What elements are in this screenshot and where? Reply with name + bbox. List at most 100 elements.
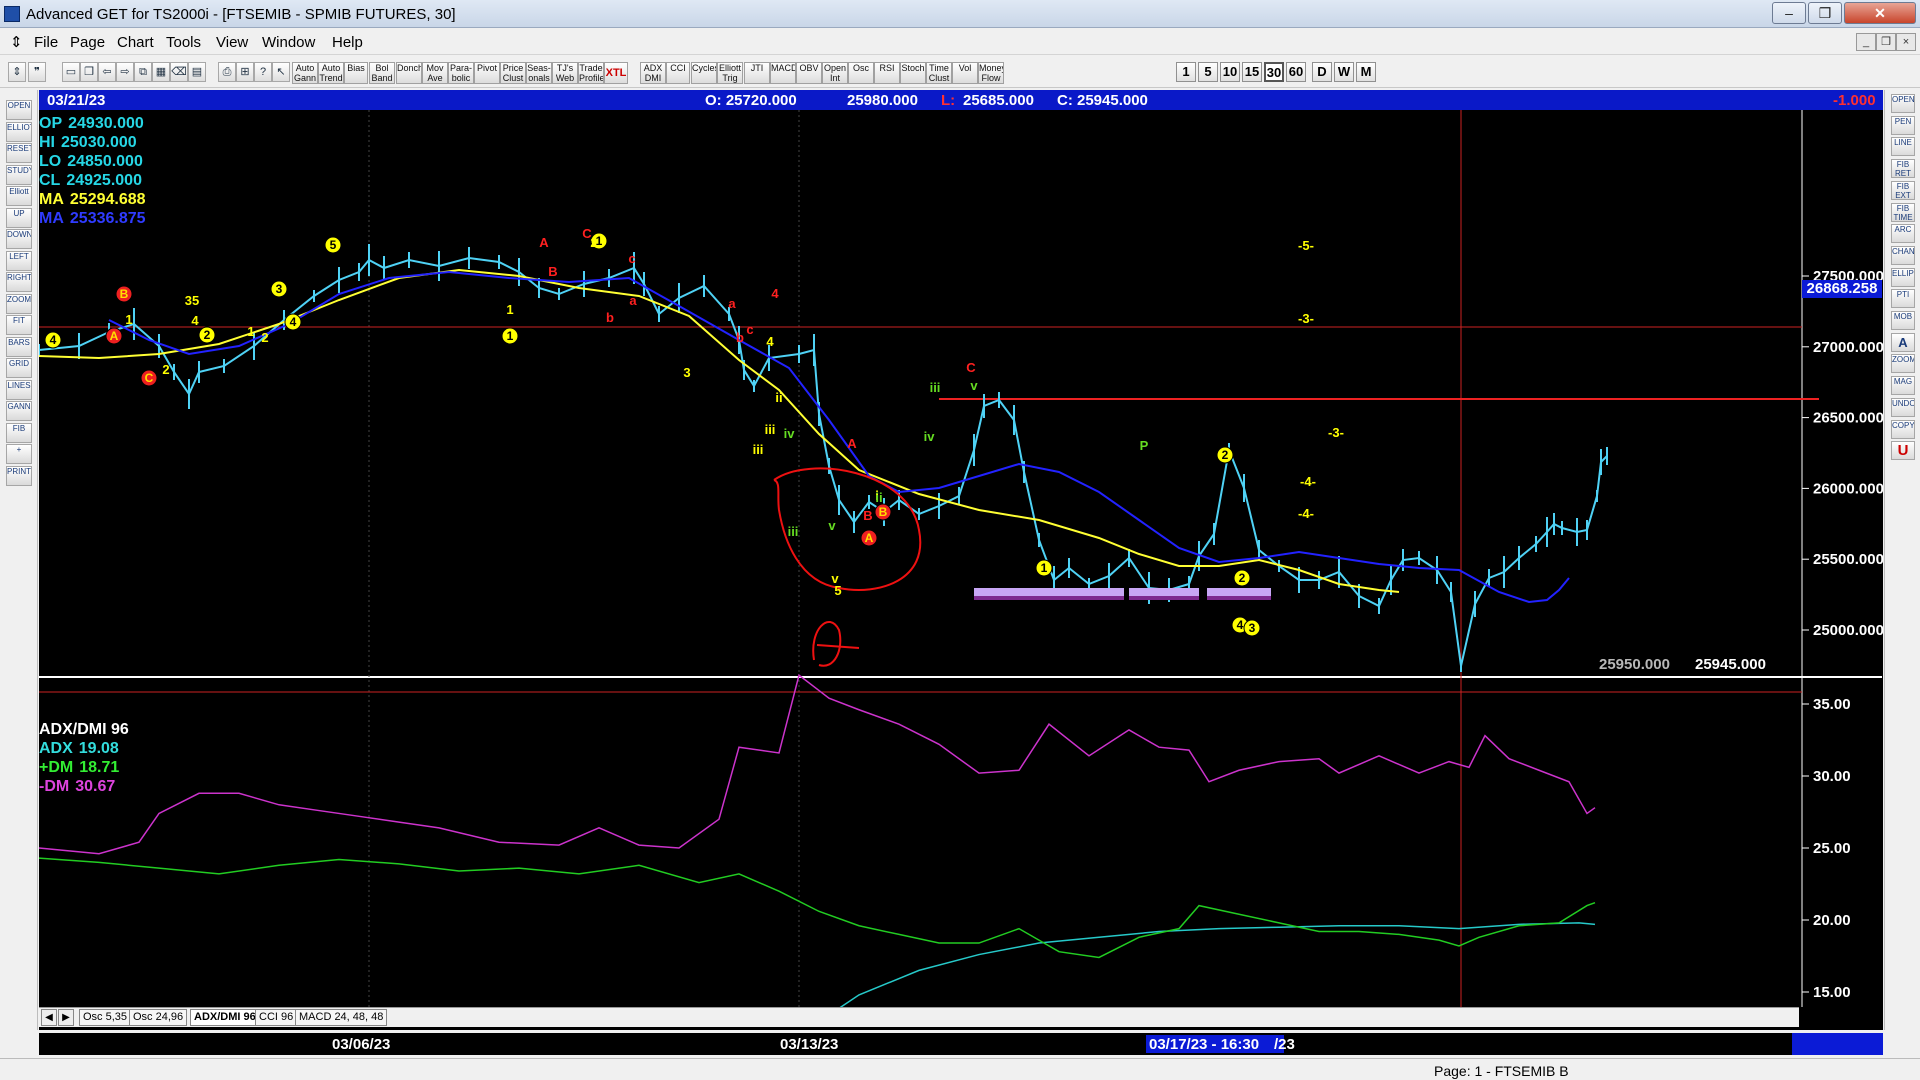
quote-icon[interactable]: ❞ xyxy=(28,62,46,82)
study-time-clust-button[interactable]: Time Clust xyxy=(926,62,952,84)
timeframe-30[interactable]: 30 xyxy=(1264,62,1284,82)
left-tool-elliott-1-icon[interactable]: ELLIOTT xyxy=(6,121,32,142)
close-button[interactable]: ✕ xyxy=(1844,2,1916,24)
study-money-flow-button[interactable]: Money Flow xyxy=(978,62,1004,84)
left-tool-fit-10-icon[interactable]: FIT xyxy=(6,315,32,335)
study-tj-s-web-button[interactable]: TJ's Web xyxy=(552,62,578,84)
tab-macd-24-48-48[interactable]: MACD 24, 48, 48 xyxy=(295,1009,388,1026)
timeframe-10[interactable]: 10 xyxy=(1220,62,1240,82)
timeframe-daily[interactable]: D xyxy=(1312,62,1332,82)
study-bol-band-button[interactable]: Bol Band xyxy=(369,62,395,84)
study-open-int-button[interactable]: Open Int xyxy=(822,62,848,84)
menu-chart[interactable]: Chart xyxy=(117,34,154,51)
right-tool-fib-ext-4-icon[interactable]: FIB EXT xyxy=(1891,180,1915,200)
left-tool-elliott-4-icon[interactable]: Elliott xyxy=(6,186,32,206)
left-tool-print-17-icon[interactable]: PRINT xyxy=(6,465,32,486)
study-xtl-button[interactable]: XTL xyxy=(604,62,628,84)
erase-icon[interactable]: ⌫ xyxy=(170,62,188,82)
right-tool-pti-9-icon[interactable]: PTI xyxy=(1891,289,1915,309)
left-tool-right-8-icon[interactable]: RIGHT xyxy=(6,272,32,292)
mdi-restore-button[interactable]: ❒ xyxy=(1876,33,1896,51)
left-tool-zoom-9-icon[interactable]: ZOOM xyxy=(6,293,32,314)
timeframe-15[interactable]: 15 xyxy=(1242,62,1262,82)
right-tool-fib-time-5-icon[interactable]: FIB TIME xyxy=(1891,202,1915,222)
left-tool-bars-11-icon[interactable]: BARS xyxy=(6,336,32,357)
right-tool-open-0-icon[interactable]: OPEN xyxy=(1891,94,1915,113)
left-tool-left-7-icon[interactable]: LEFT xyxy=(6,250,32,271)
right-tool-mob-10-icon[interactable]: MOB xyxy=(1891,311,1915,330)
right-tool-arc-6-icon[interactable]: ARC xyxy=(1891,224,1915,244)
tile-icon[interactable]: ▤ xyxy=(188,62,206,82)
study-adx-dmi-button[interactable]: ADX DMI xyxy=(640,62,666,84)
timeframe-weekly[interactable]: W xyxy=(1334,62,1354,82)
tab-osc-5-35[interactable]: Osc 5,35 xyxy=(79,1009,132,1026)
menu-page[interactable]: Page xyxy=(70,34,105,51)
study-bias-button[interactable]: Bias xyxy=(344,62,368,84)
study-seas-onals-button[interactable]: Seas-onals xyxy=(526,62,552,84)
study-cci-button[interactable]: CCI xyxy=(666,62,690,84)
right-tool-mag-13-icon[interactable]: MAG xyxy=(1891,376,1915,396)
chart-plot-area[interactable]: 27500.00027000.00026500.00026000.0002550… xyxy=(39,110,1883,1007)
right-tool-copy-15-icon[interactable]: COPY xyxy=(1891,419,1915,439)
study-vol-button[interactable]: Vol xyxy=(952,62,978,84)
right-tool-undo-14-icon[interactable]: UNDO xyxy=(1891,397,1915,417)
right-tool-ellips-8-icon[interactable]: ELLIPS xyxy=(1891,267,1915,287)
nav-back-icon[interactable]: ⇦ xyxy=(98,62,116,82)
left-tool-reset-2-icon[interactable]: RESET xyxy=(6,143,32,163)
tab-osc-24-96[interactable]: Osc 24,96 xyxy=(129,1009,188,1026)
timeframe-monthly[interactable]: M xyxy=(1356,62,1376,82)
right-tool-zoom-12-icon[interactable]: ZOOM xyxy=(1891,354,1915,374)
study-rsi-button[interactable]: RSI xyxy=(874,62,900,84)
left-tool-down-6-icon[interactable]: DOWN xyxy=(6,229,32,249)
left-tool-grid-12-icon[interactable]: GRID xyxy=(6,358,32,378)
help-icon[interactable]: ? xyxy=(254,62,272,82)
copy-icon[interactable]: ❐ xyxy=(80,62,98,82)
right-tool-pen-1-icon[interactable]: PEN xyxy=(1891,115,1915,135)
menu-tools[interactable]: Tools xyxy=(166,34,201,51)
menu-window[interactable]: Window xyxy=(262,34,315,51)
grid-icon[interactable]: ▦ xyxy=(152,62,170,82)
study-cycles-button[interactable]: Cycles xyxy=(691,62,717,84)
tab-scroll-right-icon[interactable]: ▶ xyxy=(58,1009,74,1026)
tab-scroll-left-icon[interactable]: ◀ xyxy=(41,1009,57,1026)
menu-view[interactable]: View xyxy=(216,34,248,51)
right-tool-u-16-icon[interactable]: U xyxy=(1891,441,1915,461)
left-tool-study-3-icon[interactable]: STUDY xyxy=(6,164,32,185)
right-tool-line-2-icon[interactable]: LINE xyxy=(1891,137,1915,157)
minimize-button[interactable]: – xyxy=(1772,2,1806,24)
maximize-button[interactable]: ❒ xyxy=(1808,2,1842,24)
chart-window[interactable]: 03/21/23 O: 25720.000 25980.000 L: 25685… xyxy=(39,90,1883,1030)
left-tool-up-5-icon[interactable]: UP xyxy=(6,207,32,228)
menu-help[interactable]: Help xyxy=(332,34,363,51)
pointer-icon[interactable]: ⇕ xyxy=(8,62,26,82)
timeframe-5[interactable]: 5 xyxy=(1198,62,1218,82)
study-auto-trend-button[interactable]: Auto Trend xyxy=(318,62,344,84)
print-icon[interactable]: ⎙ xyxy=(218,62,236,82)
new-page-icon[interactable]: ▭ xyxy=(62,62,80,82)
study-elliott-trig-button[interactable]: Elliott Trig xyxy=(717,62,743,84)
timeframe-60[interactable]: 60 xyxy=(1286,62,1306,82)
study-auto-gann-button[interactable]: Auto Gann xyxy=(292,62,318,84)
left-tool-x-16-icon[interactable]: + xyxy=(6,444,32,464)
right-tool-chan-7-icon[interactable]: CHAN xyxy=(1891,245,1915,265)
nav-forward-icon[interactable]: ⇨ xyxy=(116,62,134,82)
right-tool-fib-ret-3-icon[interactable]: FIB RET xyxy=(1891,159,1915,179)
study-price-clust-button[interactable]: Price Clust xyxy=(500,62,526,84)
left-tool-open-0-icon[interactable]: OPEN xyxy=(6,100,32,120)
menu-file[interactable]: File xyxy=(34,34,58,51)
study-para-bolic-button[interactable]: Para-bolic xyxy=(448,62,474,84)
left-tool-gann-14-icon[interactable]: GANN xyxy=(6,401,32,421)
right-tool-a-11-icon[interactable]: A xyxy=(1891,332,1915,352)
study-mov-ave-button[interactable]: Mov Ave xyxy=(422,62,448,84)
study-macd-button[interactable]: MACD xyxy=(770,62,796,84)
tab-adx-dmi-96[interactable]: ADX/DMI 96 xyxy=(190,1009,260,1026)
mdi-minimize-button[interactable]: _ xyxy=(1856,33,1876,51)
tab-cci-96[interactable]: CCI 96 xyxy=(255,1009,298,1026)
study-donch-button[interactable]: Donch xyxy=(396,62,422,84)
left-tool-fib-15-icon[interactable]: FIB xyxy=(6,422,32,443)
context-help-icon[interactable]: ↖ xyxy=(272,62,290,82)
data-icon[interactable]: ⊞ xyxy=(236,62,254,82)
study-osc-button[interactable]: Osc xyxy=(848,62,874,84)
study-stoch-button[interactable]: Stoch xyxy=(900,62,926,84)
timeframe-1[interactable]: 1 xyxy=(1176,62,1196,82)
